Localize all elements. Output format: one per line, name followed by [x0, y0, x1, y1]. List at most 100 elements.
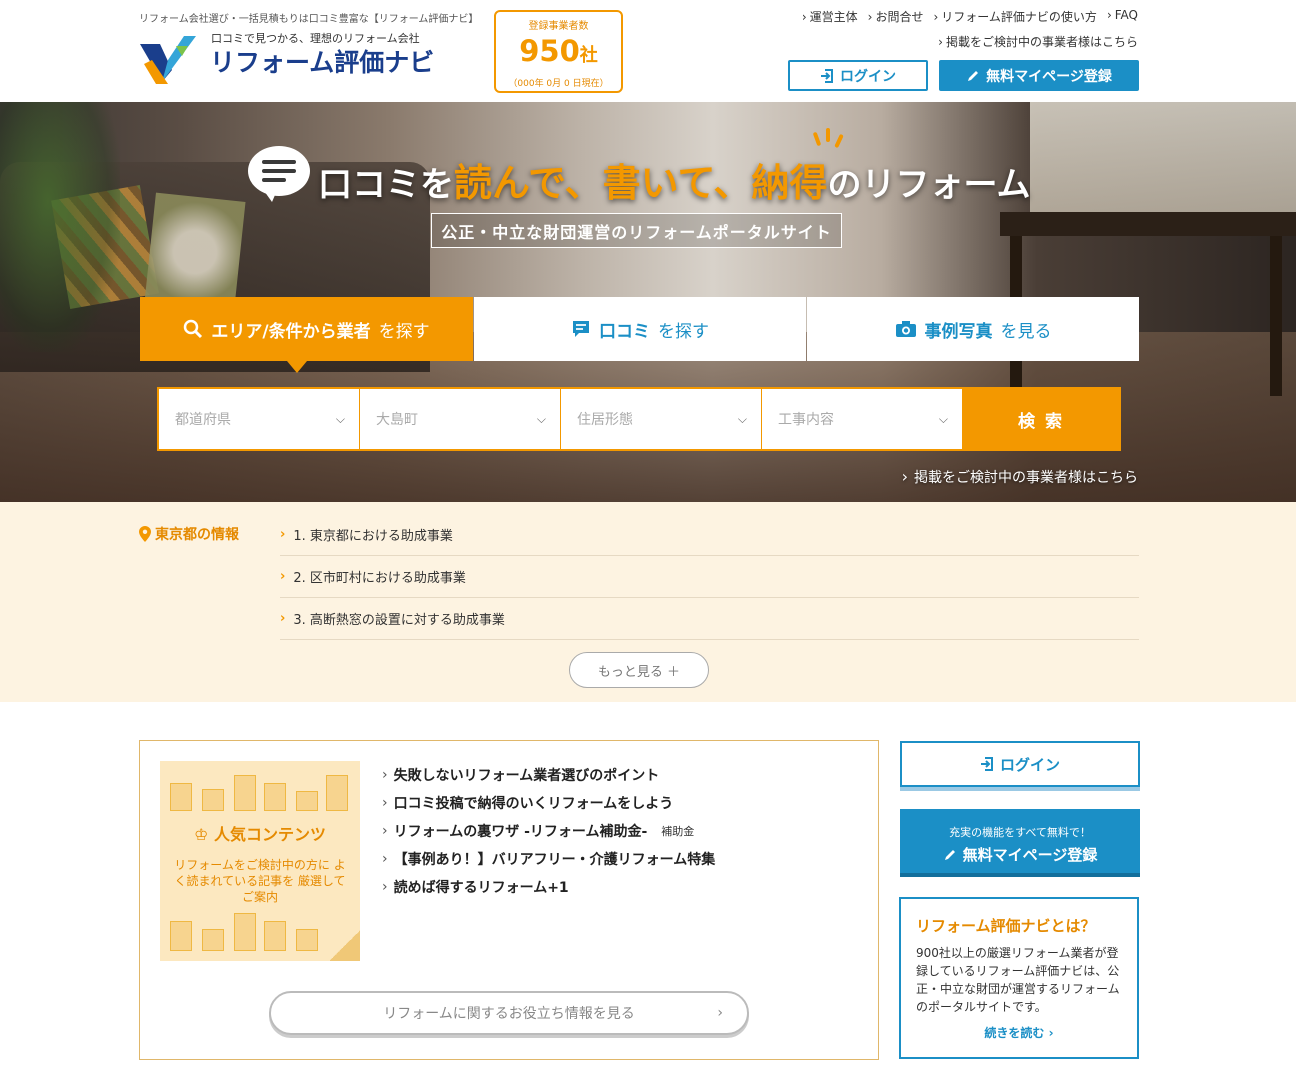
about-read-more-link[interactable]: 続きを読む: [916, 1024, 1122, 1041]
chevron-right-icon: ›: [717, 1005, 723, 1021]
search-icon: [184, 319, 203, 339]
search-button[interactable]: 検 索: [963, 389, 1119, 449]
login-icon: [980, 757, 993, 771]
count-value-wrap: 950社: [496, 34, 621, 73]
popular-links: 失敗しないリフォーム業者選びのポイント 口コミ投稿で納得のいくリフォームをしよう…: [382, 761, 716, 901]
headline-post: のリフォーム: [827, 165, 1031, 205]
tab-photo-strong: 事例写真: [924, 321, 993, 342]
nav-link-howto[interactable]: リフォーム評価ナビの使い方: [933, 8, 1097, 25]
search-form: 都道府県 ⌵ 大島町 ⌵ 住居形態 ⌵ 工事内容 ⌵ 検 索: [157, 387, 1121, 451]
popular-link-text: 読めば得するリフォーム+1: [393, 880, 569, 896]
bubble-line: [262, 178, 286, 182]
useful-info-label: リフォームに関するお役立ち情報を見る: [383, 1006, 635, 1022]
popular-desc: リフォームをご検討中の方に よく読まれている記事を 厳選してご案内: [174, 858, 346, 904]
hero-bg-cushion: [144, 192, 246, 312]
tab-review-strong: 口コミ: [599, 321, 650, 342]
site-tagline: リフォーム会社選び・一括見積もりは口コミ豊富な【リフォーム評価ナビ】: [139, 14, 479, 25]
tab-area-search[interactable]: エリア/条件から業者 を探す: [140, 297, 473, 361]
chevron-down-icon: ⌵: [335, 411, 345, 426]
business-listing-link[interactable]: 掲載をご検討中の事業者様はこちら: [938, 33, 1138, 50]
info-item-text: 1. 東京都における助成事業: [293, 529, 453, 544]
headline-highlight: 読んで、書いて、納得: [454, 161, 828, 205]
camera-icon: [895, 321, 916, 337]
building-icon: [264, 921, 286, 951]
popular-link[interactable]: リフォームの裏ワザ -リフォーム補助金- 補助金: [382, 817, 715, 845]
map-pin-icon: [139, 526, 151, 542]
info-list-item[interactable]: › 2. 区市町村における助成事業: [280, 556, 1139, 598]
building-icon: [170, 921, 192, 951]
nav-link-operator[interactable]: 運営主体: [802, 8, 858, 25]
building-icon: [234, 775, 256, 811]
nav-link-faq[interactable]: FAQ: [1107, 8, 1138, 25]
chevron-down-icon: ⌵: [536, 411, 546, 426]
count-label: 登録事業者数: [528, 21, 589, 32]
info-item-text: 2. 区市町村における助成事業: [293, 571, 466, 586]
hero-headline: 口コミを読んで、書いて、納得のリフォーム: [318, 152, 1031, 207]
useful-info-button[interactable]: リフォームに関するお役立ち情報を見る ›: [269, 991, 749, 1035]
sidebar-register-label: 無料マイページ登録: [962, 846, 1098, 864]
bubble-line: [262, 160, 296, 164]
popular-link[interactable]: 失敗しないリフォーム業者選びのポイント: [382, 761, 715, 789]
registered-count-badge: 登録事業者数 950社 （000年 0月 0 日現在）: [494, 10, 623, 93]
hero-bg-plant: [0, 102, 120, 352]
info-item-text: 3. 高断熱窓の設置に対する助成事業: [293, 613, 505, 628]
popular-link-text: 口コミ投稿で納得のいくリフォームをしよう: [393, 796, 674, 812]
building-icon: [264, 783, 286, 811]
about-title: リフォーム評価ナビとは？: [916, 917, 1096, 935]
tab-photo-search[interactable]: 事例写真 を見る: [807, 297, 1139, 361]
popular-link[interactable]: 読めば得するリフォーム+1: [382, 873, 715, 901]
site-header: リフォーム会社選び・一括見積もりは口コミ豊富な【リフォーム評価ナビ】 口コミで見…: [0, 0, 1296, 102]
work-type-select-value: 工事内容: [778, 412, 834, 428]
city-select[interactable]: 大島町 ⌵: [360, 389, 560, 449]
hero-business-link[interactable]: 掲載をご検討中の事業者様はこちら: [902, 467, 1138, 487]
tab-review-search[interactable]: 口コミ を探す: [474, 297, 806, 361]
count-unit: 社: [579, 45, 598, 66]
hero-bg-window: [1030, 102, 1296, 212]
housing-type-select[interactable]: 住居形態 ⌵: [561, 389, 761, 449]
tab-area-strong: エリア/条件から業者: [211, 321, 371, 342]
sidebar-register-caption: 充実の機能をすべて無料で！: [949, 826, 1091, 839]
popular-link-text: リフォームの裏ワザ -リフォーム補助金-: [393, 824, 648, 840]
prefecture-info-section: 東京都の情報 › 1. 東京都における助成事業 › 2. 区市町村における助成事業 …: [0, 502, 1296, 702]
logo-text[interactable]: リフォーム評価ナビ: [210, 43, 434, 79]
popular-link[interactable]: 【事例あり！】バリアフリー・介護リフォーム特集: [382, 845, 716, 873]
work-type-select[interactable]: 工事内容 ⌵: [762, 389, 962, 449]
popular-link[interactable]: 口コミ投稿で納得のいくリフォームをしよう: [382, 789, 715, 817]
bubble-line: [262, 169, 296, 173]
login-button[interactable]: ログイン: [788, 60, 928, 91]
prefecture-select[interactable]: 都道府県 ⌵: [159, 389, 359, 449]
building-icon: [326, 775, 348, 811]
city-select-value: 大島町: [376, 412, 418, 428]
chevron-down-icon: ⌵: [737, 411, 747, 426]
popular-title: ♔ 人気コンテンツ: [194, 825, 326, 844]
info-list-item[interactable]: › 1. 東京都における助成事業: [280, 514, 1139, 556]
register-button[interactable]: 無料マイページ登録: [939, 60, 1139, 91]
housing-type-select-value: 住居形態: [577, 412, 633, 428]
building-icon: [170, 783, 192, 811]
chevron-right-icon: ›: [280, 611, 286, 626]
info-list-item[interactable]: › 3. 高断熱窓の設置に対する助成事業: [280, 598, 1139, 640]
tab-area-thin: を探す: [378, 321, 430, 342]
info-title: 東京都の情報: [139, 524, 239, 544]
login-icon: [821, 68, 833, 83]
speech-bubble-tail: [262, 188, 278, 202]
logo-icon[interactable]: [138, 30, 200, 86]
sidebar-login-button[interactable]: ログイン: [900, 741, 1140, 787]
tab-review-thin: を探す: [658, 321, 709, 342]
count-value: 950: [519, 34, 580, 68]
chevron-down-icon: ⌵: [938, 411, 948, 426]
sidebar-login-label: ログイン: [999, 755, 1060, 774]
sparkle-mark: [826, 128, 830, 142]
popular-link-text: 失敗しないリフォーム業者選びのポイント: [393, 768, 660, 784]
active-tab-pointer: [287, 361, 307, 373]
nav-link-contact[interactable]: お問合せ: [868, 8, 923, 25]
info-more-button[interactable]: もっと見る ＋: [569, 652, 709, 688]
chevron-right-icon: ›: [280, 527, 286, 542]
hero-subheadline: 公正・中立な財団運営のリフォームポータルサイト: [431, 213, 842, 248]
top-nav: 運営主体 お問合せ リフォーム評価ナビの使い方 FAQ: [802, 8, 1138, 25]
sidebar-register-button[interactable]: 充実の機能をすべて無料で！ 無料マイページ登録: [900, 809, 1140, 873]
about-text: 900社以上の厳選リフォーム業者が登録しているリフォーム評価ナビは、公正・中立な…: [916, 946, 1120, 1014]
building-icon: [296, 791, 318, 811]
info-list: › 1. 東京都における助成事業 › 2. 区市町村における助成事業 › 3. 高断熱…: [280, 514, 1139, 640]
popular-link-text: 【事例あり！】バリアフリー・介護リフォーム特集: [393, 852, 716, 868]
